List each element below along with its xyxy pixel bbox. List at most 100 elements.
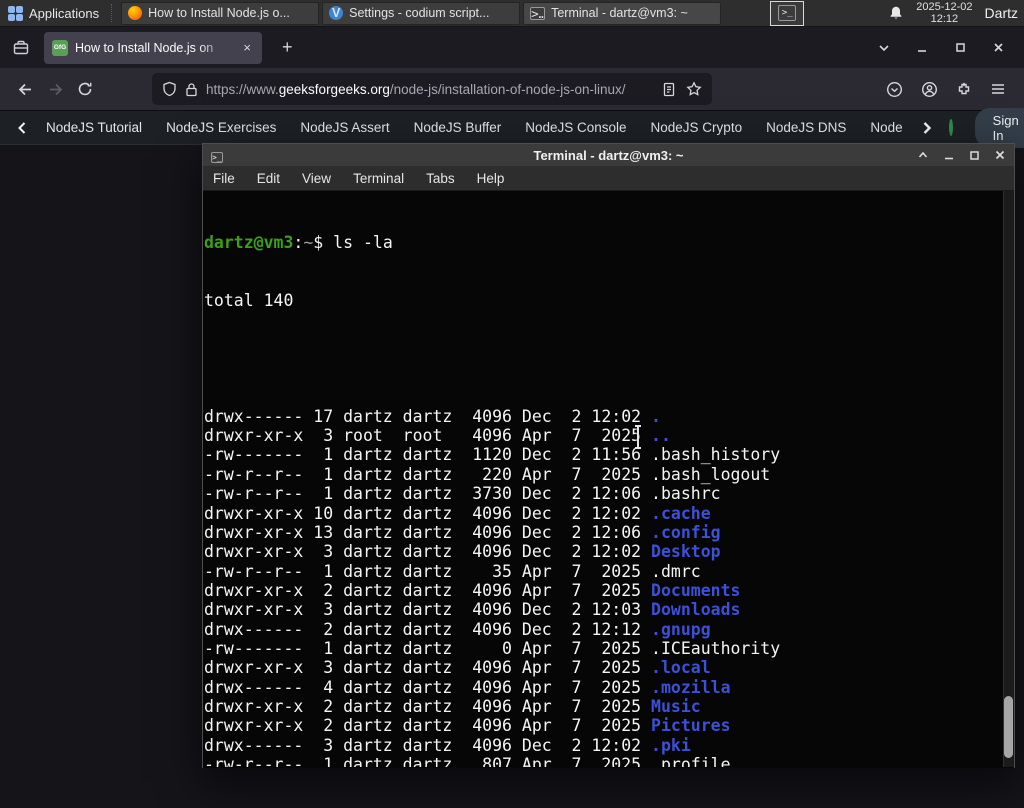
browser-tab[interactable]: GfG How to Install Node.js on × [44,31,262,64]
terminal-maximize-icon[interactable] [969,150,980,161]
terminal-ls-row: drwxr-xr-x 2 dartz dartz 4096 Apr 7 2025… [204,581,1014,600]
geeksforgeeks-subnav: NodeJS Tutorial NodeJS Exercises NodeJS As… [0,107,1024,148]
ls-row-meta: -rw-r--r-- 1 dartz dartz 807 Apr 7 2025 [204,754,652,767]
desktop-taskbar: Applications How to Install Node.js o...… [0,0,1024,27]
prompt-colon: : [293,232,304,252]
terminal-ls-rows: drwx------ 17 dartz dartz 4096 Dec 2 12:… [204,349,1014,767]
terminal-ls-row: drwxr-xr-x 10 dartz dartz 4096 Dec 2 12:… [204,504,1014,523]
ls-row-meta: drwx------ 2 dartz dartz 4096 Dec 2 12:1… [204,619,652,639]
nav-links: NodeJS Tutorial NodeJS Exercises NodeJS As… [34,120,915,135]
system-tray: 2025-12-02 12:12 Dartz [888,1,1024,25]
ls-row-meta: drwxr-xr-x 3 root root 4096 Apr 7 2025 [204,426,652,446]
nav-link[interactable]: NodeJS Buffer [414,120,502,135]
tab-title: How to Install Node.js on [75,40,214,55]
vscodium-icon: V [329,6,344,20]
terminal-ls-row: drwxr-xr-x 3 dartz dartz 4096 Apr 7 2025… [204,658,1014,677]
firefox-view-button[interactable] [6,34,36,62]
terminal-menu-bar: File Edit View Terminal Tabs Help [203,166,1014,191]
sign-in-button[interactable]: Sign In [974,107,1024,148]
taskbar-window-terminal[interactable]: >_ Terminal - dartz@vm3: ~ [523,1,722,25]
terminal-menu-item[interactable]: View [302,171,331,186]
terminal-ls-row: -rw-r--r-- 1 dartz dartz 35 Apr 7 2025 .… [204,562,1014,581]
firefox-tab-bar: GfG How to Install Node.js on × + [0,27,1024,68]
forward-button[interactable] [40,74,70,104]
nav-link[interactable]: NodeJS Exercises [166,120,276,135]
terminal-menu-item[interactable]: Terminal [353,171,404,186]
ls-row-filename: Documents [651,580,741,600]
chevron-down-icon [879,44,889,51]
terminal-prompt-line: dartz@vm3:~$ ls -la [204,233,1014,252]
shield-icon[interactable] [162,81,177,97]
lock-icon[interactable] [185,82,198,97]
terminal-ls-row: drwxr-xr-x 3 dartz dartz 4096 Dec 2 12:0… [204,542,1014,561]
reader-view-icon[interactable] [662,82,676,97]
prompt-cwd: ~ [303,232,314,252]
terminal-icon: >_ [530,6,546,20]
url-domain: geeksforgeeks.org [278,81,390,97]
nav-link[interactable]: NodeJS Assert [300,120,389,135]
terminal-title-bar[interactable]: >_ Terminal - dartz@vm3: ~ [203,144,1014,166]
browser-close-button[interactable] [986,36,1010,60]
terminal-scrollbar[interactable] [1003,191,1014,767]
ls-row-meta: drwx------ 3 dartz dartz 4096 Dec 2 12:0… [204,735,652,755]
nav-scroll-left-button[interactable] [10,121,34,135]
applications-icon [8,5,23,21]
ls-row-meta: drwxr-xr-x 10 dartz dartz 4096 Dec 2 12:… [204,503,652,523]
nav-link[interactable]: NodeJS Console [525,120,626,135]
terminal-minimize-icon[interactable] [943,149,955,161]
ls-row-meta: drwx------ 4 dartz dartz 4096 Apr 7 2025 [204,677,652,697]
url-bar[interactable]: https://www.geeksforgeeks.org/node-js/in… [152,73,712,105]
applications-menu-button[interactable]: Applications [0,0,107,26]
nav-link[interactable]: Node [870,120,902,135]
hamburger-menu-icon[interactable] [990,82,1006,96]
nav-link[interactable]: NodeJS DNS [766,120,846,135]
reload-button[interactable] [70,74,100,104]
terminal-ls-row: -rw-r--r-- 1 dartz dartz 3730 Dec 2 12:0… [204,484,1014,503]
pocket-icon[interactable] [886,81,903,98]
terminal-menu-item[interactable]: Edit [257,171,280,186]
terminal-ls-row: drwxr-xr-x 3 dartz dartz 4096 Dec 2 12:0… [204,600,1014,619]
clock[interactable]: 2025-12-02 12:12 [916,1,972,25]
browser-maximize-button[interactable] [948,36,972,60]
terminal-ls-row: -rw------- 1 dartz dartz 1120 Dec 2 11:5… [204,445,1014,464]
terminal-ls-row: drwx------ 3 dartz dartz 4096 Dec 2 12:0… [204,736,1014,755]
nav-link[interactable]: NodeJS Tutorial [46,120,142,135]
extensions-icon[interactable] [956,81,972,97]
forward-arrow-icon [49,83,62,95]
search-icon[interactable] [948,119,953,136]
ls-row-meta: drwxr-xr-x 2 dartz dartz 4096 Apr 7 2025 [204,696,652,716]
applications-label: Applications [29,5,100,21]
ls-row-filename: Desktop [651,542,721,562]
new-tab-button[interactable]: + [274,37,301,58]
notifications-bell-icon[interactable] [888,5,904,21]
terminal-menu-item[interactable]: Help [477,171,505,186]
terminal-total-line: total 140 [204,290,294,310]
taskbar-separator [111,4,117,22]
account-icon[interactable] [921,81,938,98]
list-all-tabs-button[interactable] [872,36,896,60]
back-button[interactable] [10,74,40,104]
terminal-ls-row: -rw-r--r-- 1 dartz dartz 220 Apr 7 2025 … [204,465,1014,484]
nav-link[interactable]: NodeJS Crypto [651,120,743,135]
terminal-scrollbar-thumb[interactable] [1004,696,1013,758]
tab-close-icon[interactable]: × [240,38,254,57]
ls-row-filename: Music [651,696,701,716]
browser-minimize-button[interactable] [910,36,934,60]
shade-window-icon[interactable] [917,149,929,161]
terminal-ls-row: drwxr-xr-x 2 dartz dartz 4096 Apr 7 2025… [204,716,1014,735]
terminal-screen[interactable]: dartz@vm3:~$ ls -la total 140 drwx------… [203,191,1014,767]
taskbar-window-codium[interactable]: V Settings - codium script... [322,1,521,25]
nav-scroll-right-button[interactable] [915,121,939,135]
terminal-output: dartz@vm3:~$ ls -la total 140 drwx------… [203,191,1014,767]
mouse-cursor-ibeam [633,425,643,449]
terminal-menu-item[interactable]: Tabs [426,171,455,186]
user-menu[interactable]: Dartz [985,5,1020,21]
ls-row-meta: drwxr-xr-x 3 dartz dartz 4096 Dec 2 12:0… [204,600,652,620]
bookmark-star-icon[interactable] [686,81,702,97]
taskbar-window-firefox[interactable]: How to Install Node.js o... [121,1,320,25]
terminal-ls-row: drwx------ 4 dartz dartz 4096 Apr 7 2025… [204,678,1014,697]
terminal-close-icon[interactable] [994,149,1006,161]
ls-row-filename: .gnupg [651,619,711,639]
terminal-menu-item[interactable]: File [213,171,235,186]
terminal-launcher-button[interactable]: >_ [770,0,805,26]
